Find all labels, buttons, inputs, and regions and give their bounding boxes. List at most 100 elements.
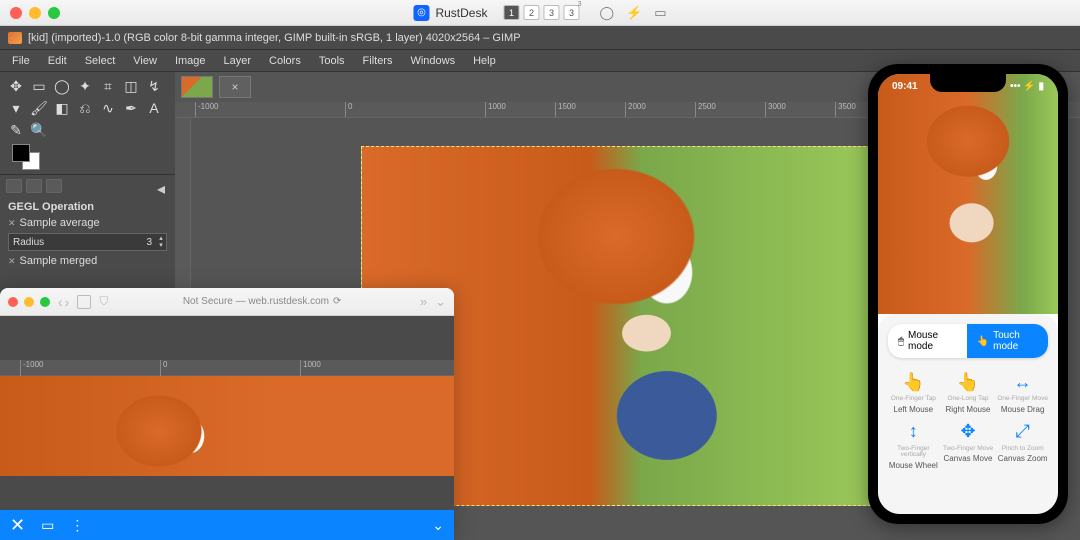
- web-artwork-image: [0, 376, 454, 476]
- path-tool-icon[interactable]: ✒: [123, 100, 139, 116]
- menu-layer[interactable]: Layer: [216, 53, 260, 69]
- text-tool-icon[interactable]: A: [146, 100, 162, 116]
- fullscreen-window-button[interactable]: [48, 7, 60, 19]
- fg-bg-color-selector[interactable]: [12, 144, 42, 172]
- web-collapse-icon[interactable]: ⌄: [432, 517, 444, 534]
- chevron-down-icon[interactable]: ⌄: [435, 294, 446, 310]
- ruler-tick: -1000: [195, 102, 218, 118]
- input-mode-toggle: 🖱Mouse mode 👆Touch mode: [888, 324, 1048, 358]
- gesture-label: Canvas Move: [944, 454, 993, 463]
- mouse-icon: 🖱: [898, 336, 904, 347]
- opt-sample-average[interactable]: Sample average: [20, 217, 100, 229]
- browser-close-button[interactable]: [8, 297, 18, 307]
- browser-fullscreen-button[interactable]: [40, 297, 50, 307]
- opt-close-icon[interactable]: ✕: [8, 218, 16, 229]
- gesture-sub: Pinch to Zoom: [1002, 446, 1044, 453]
- zoom-tool-icon[interactable]: 🔍: [31, 122, 47, 138]
- menu-help[interactable]: Help: [465, 53, 504, 69]
- phone-remote-view[interactable]: [878, 74, 1058, 314]
- bucket-tool-icon[interactable]: ▾: [8, 100, 24, 116]
- gesture-label: Mouse Drag: [1001, 405, 1045, 414]
- gesture-sub: One-Finger Tap: [891, 396, 936, 403]
- smudge-tool-icon[interactable]: ∿: [100, 100, 116, 116]
- menu-filters[interactable]: Filters: [355, 53, 401, 69]
- url-text: Not Secure — web.rustdesk.com: [183, 296, 329, 307]
- color-picker-tool-icon[interactable]: ✎: [8, 122, 24, 138]
- action-icon[interactable]: ⚡: [626, 5, 642, 21]
- web-more-icon[interactable]: ⋮: [70, 517, 84, 534]
- warp-tool-icon[interactable]: ↯: [146, 78, 162, 94]
- gesture-mouse-drag: ↔ One-Finger Move Mouse Drag: [997, 370, 1048, 414]
- gesture-sub: Two-Finger vertically: [888, 446, 939, 459]
- dock-menu-icon[interactable]: ◂: [157, 179, 169, 193]
- toolbox: ✥ ▭ ◯ ✦ ⌗ ◫ ↯ ▾ 🖌 ◧ ⎌ ∿ ✒ A ✎ 🔍: [0, 72, 175, 174]
- web-client-window: ‹ › ⛉ Not Secure — web.rustdesk.com ⟳ » ⌄…: [0, 288, 454, 540]
- mouse-mode-button[interactable]: 🖱Mouse mode: [888, 324, 967, 358]
- nav-back-icon[interactable]: ‹: [58, 294, 63, 310]
- spin-down-icon[interactable]: ▾: [156, 242, 166, 249]
- image-tab-thumbnail[interactable]: [181, 76, 213, 98]
- menu-tools[interactable]: Tools: [311, 53, 353, 69]
- phone-notch: [930, 74, 1006, 92]
- web-monitor-icon[interactable]: ▭: [41, 517, 54, 534]
- transform-tool-icon[interactable]: ◫: [123, 78, 139, 94]
- rect-select-tool-icon[interactable]: ▭: [31, 78, 47, 94]
- reload-icon[interactable]: ⟳: [333, 296, 341, 307]
- menu-edit[interactable]: Edit: [40, 53, 75, 69]
- browser-minimize-button[interactable]: [24, 297, 34, 307]
- ruler-tick: 3000: [765, 102, 786, 118]
- shield-icon[interactable]: ⛉: [99, 294, 108, 309]
- spin-up-icon[interactable]: ▴: [156, 235, 166, 242]
- fg-color-swatch[interactable]: [12, 144, 30, 162]
- clone-tool-icon[interactable]: ⎌: [77, 100, 93, 116]
- fuzzy-select-tool-icon[interactable]: ✦: [77, 78, 93, 94]
- nav-forward-icon[interactable]: ›: [65, 294, 70, 310]
- session-tab-1[interactable]: 1: [503, 5, 519, 20]
- gesture-canvas-zoom: ⤢ Pinch to Zoom Canvas Zoom: [997, 420, 1048, 470]
- gimp-title-bar: [kid] (imported)-1.0 (RGB color 8-bit ga…: [0, 26, 1080, 50]
- phone-indicators: ••• ⚡ ▮: [1010, 81, 1044, 92]
- opt-close-icon-2[interactable]: ✕: [8, 256, 16, 267]
- ruler-tick: 1000: [300, 360, 321, 376]
- menu-image[interactable]: Image: [167, 53, 214, 69]
- gegl-title: GEGL Operation: [8, 201, 167, 213]
- scroll-icon: ↕: [901, 420, 925, 444]
- menu-file[interactable]: File: [4, 53, 38, 69]
- touch-mode-label: Touch mode: [993, 330, 1038, 352]
- session-tab-3[interactable]: 3: [543, 5, 559, 20]
- menu-windows[interactable]: Windows: [402, 53, 463, 69]
- session-tab-4[interactable]: 3: [563, 5, 579, 20]
- menu-select[interactable]: Select: [77, 53, 124, 69]
- long-tap-icon: 👆: [956, 370, 980, 394]
- menu-view[interactable]: View: [125, 53, 165, 69]
- display-icon[interactable]: ▭: [654, 5, 666, 21]
- ruler-tick: 0: [345, 102, 352, 118]
- free-select-tool-icon[interactable]: ◯: [54, 78, 70, 94]
- minimize-window-button[interactable]: [29, 7, 41, 19]
- dock-tab-3[interactable]: [46, 179, 62, 193]
- rustdesk-app-icon: ◎: [413, 5, 429, 21]
- eraser-tool-icon[interactable]: ◧: [54, 100, 70, 116]
- image-tab-close[interactable]: ×: [219, 76, 251, 98]
- more-icon[interactable]: »: [420, 294, 427, 309]
- move-tool-icon[interactable]: ✥: [8, 78, 24, 94]
- ruler-tick: 1500: [555, 102, 576, 118]
- chat-icon[interactable]: ◯: [599, 5, 614, 21]
- gesture-left-mouse: 👆 One-Finger Tap Left Mouse: [888, 370, 939, 414]
- dock-tab-2[interactable]: [26, 179, 42, 193]
- close-window-button[interactable]: [10, 7, 22, 19]
- menu-colors[interactable]: Colors: [261, 53, 309, 69]
- web-close-icon[interactable]: ✕: [10, 515, 25, 536]
- touch-mode-button[interactable]: 👆Touch mode: [967, 324, 1048, 358]
- opt-sample-merged[interactable]: Sample merged: [20, 255, 98, 267]
- crop-tool-icon[interactable]: ⌗: [100, 78, 116, 94]
- session-tab-2[interactable]: 2: [523, 5, 539, 20]
- dock-tab-1[interactable]: [6, 179, 22, 193]
- close-icon[interactable]: ×: [231, 80, 238, 94]
- url-bar[interactable]: Not Secure — web.rustdesk.com ⟳: [116, 296, 412, 307]
- paintbrush-tool-icon[interactable]: 🖌: [31, 100, 47, 116]
- sidebar-toggle-icon[interactable]: [77, 295, 91, 309]
- mobile-client-device: 09:41 ••• ⚡ ▮ 🖱Mouse mode 👆Touch mode 👆 …: [868, 64, 1068, 524]
- window-controls: [10, 7, 60, 19]
- radius-spinner[interactable]: Radius 3 ▴▾: [8, 233, 167, 251]
